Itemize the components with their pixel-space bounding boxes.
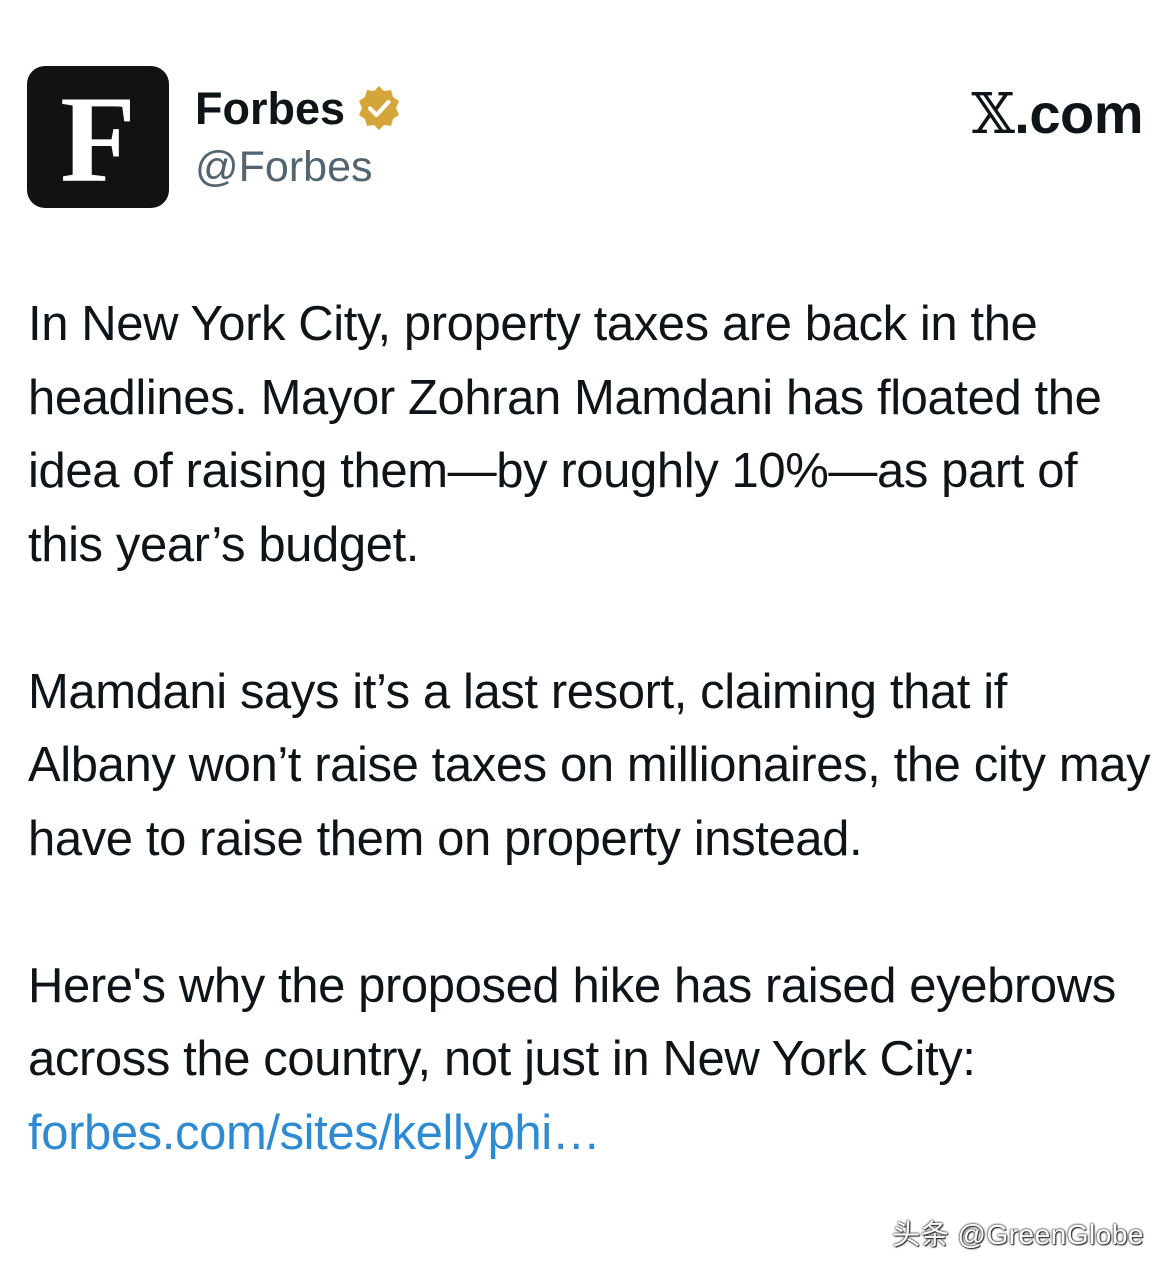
avatar-letter: F <box>60 71 136 208</box>
account-identity: Forbes @Forbes <box>195 80 403 189</box>
post-paragraph-3-text: Here's why the proposed hike has raised … <box>28 958 1116 1087</box>
brand-domain: .com <box>1014 82 1143 145</box>
post-paragraph-1: In New York City, property taxes are bac… <box>28 297 1102 572</box>
x-com-brand: 𝕏.com <box>971 86 1143 143</box>
post-header: F Forbes @Forbes 𝕏.com <box>27 66 1143 208</box>
forbes-avatar[interactable]: F <box>27 66 169 208</box>
account-handle[interactable]: @Forbes <box>195 146 403 189</box>
display-name[interactable]: Forbes <box>195 86 345 131</box>
x-logo-icon: 𝕏 <box>971 82 1015 147</box>
name-row: Forbes <box>195 80 403 136</box>
post-paragraph-2: Mamdani says it’s a last resort, claimin… <box>28 664 1151 866</box>
watermark: 头条 @GreenGlobe <box>892 1219 1144 1250</box>
post-body: In New York City, property taxes are bac… <box>28 288 1153 1170</box>
verified-badge-icon <box>355 84 403 132</box>
article-link[interactable]: forbes.com/sites/kellyphi… <box>28 1106 601 1160</box>
post-paragraph-3: Here's why the proposed hike has raised … <box>28 950 1153 1171</box>
